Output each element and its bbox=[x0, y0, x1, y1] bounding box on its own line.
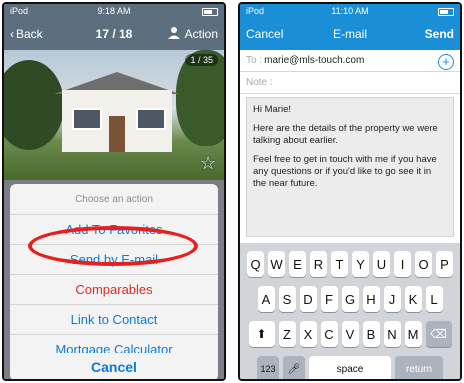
key-t[interactable]: T bbox=[331, 251, 348, 277]
keyboard-row: ASDFGHJKL bbox=[240, 286, 460, 312]
key-v[interactable]: V bbox=[341, 321, 359, 347]
back-label: Back bbox=[16, 27, 43, 41]
key-i[interactable]: I bbox=[394, 251, 411, 277]
nav-bar: Cancel E-mail Send bbox=[240, 18, 460, 50]
status-time: 9:18 AM bbox=[97, 6, 131, 16]
key-x[interactable]: X bbox=[299, 321, 317, 347]
numbers-key[interactable]: 123 bbox=[257, 356, 279, 379]
phone-email-compose: iPod 11:10 AM Cancel E-mail Send To : ma… bbox=[238, 2, 462, 381]
message-body[interactable]: Hi Marie! Here are the details of the pr… bbox=[246, 97, 454, 237]
key-o[interactable]: O bbox=[415, 251, 432, 277]
keyboard-row: QWERTYUIOP bbox=[240, 251, 460, 277]
key-z[interactable]: Z bbox=[278, 321, 296, 347]
photo-counter: 1 / 35 bbox=[185, 54, 218, 66]
battery-icon bbox=[199, 6, 218, 16]
to-value: marie@mls-touch.com bbox=[264, 55, 365, 66]
note-field: Note : bbox=[240, 72, 460, 94]
key-n[interactable]: N bbox=[383, 321, 401, 347]
back-button[interactable]: ‹ Back bbox=[10, 27, 43, 41]
status-time: 11:10 AM bbox=[331, 6, 369, 16]
message-paragraph: Here are the details of the property we … bbox=[253, 123, 438, 146]
to-label: To : bbox=[246, 55, 263, 66]
send-button[interactable]: Send bbox=[425, 27, 454, 41]
shift-key[interactable]: ⬆ bbox=[248, 321, 275, 347]
photo-door bbox=[109, 116, 125, 152]
phone-property-detail: iPod 9:18 AM ‹ Back 17 / 18 Action 1 / 3… bbox=[2, 2, 226, 381]
photo-window bbox=[136, 108, 166, 130]
key-k[interactable]: K bbox=[404, 286, 422, 312]
return-key[interactable]: return bbox=[395, 356, 443, 379]
to-field[interactable]: To : marie@mls-touch.com bbox=[240, 50, 460, 72]
battery-icon bbox=[435, 6, 454, 16]
carrier-label: iPod bbox=[246, 6, 265, 16]
key-m[interactable]: M bbox=[404, 321, 422, 347]
option-send-by-email[interactable]: Send by E-mail bbox=[10, 245, 218, 275]
action-sheet-title: Choose an action bbox=[10, 184, 218, 215]
key-l[interactable]: L bbox=[425, 286, 443, 312]
key-h[interactable]: H bbox=[362, 286, 380, 312]
delete-key[interactable]: ⌫ bbox=[425, 321, 452, 347]
option-add-to-favorites[interactable]: Add To Favorites bbox=[10, 215, 218, 245]
message-paragraph: Hi Marie! bbox=[253, 104, 292, 115]
key-b[interactable]: B bbox=[362, 321, 380, 347]
note-label: Note : bbox=[246, 77, 273, 88]
option-comparables[interactable]: Comparables bbox=[10, 275, 218, 305]
photo-window bbox=[72, 108, 102, 130]
carrier-label: iPod bbox=[10, 6, 29, 16]
key-a[interactable]: A bbox=[257, 286, 275, 312]
key-r[interactable]: R bbox=[310, 251, 327, 277]
key-p[interactable]: P bbox=[436, 251, 453, 277]
property-photo[interactable]: 1 / 35 ☆ bbox=[4, 50, 224, 180]
key-y[interactable]: Y bbox=[352, 251, 369, 277]
keyboard: QWERTYUIOP ASDFGHJKL ⬆ ZXCVBNM ⌫ 123 🎤︎ … bbox=[240, 243, 460, 379]
nav-bar: ‹ Back 17 / 18 Action bbox=[4, 18, 224, 50]
message-paragraph: Feel free to get in touch with me if you… bbox=[253, 154, 437, 189]
key-w[interactable]: W bbox=[268, 251, 285, 277]
status-bar: iPod 9:18 AM bbox=[4, 4, 224, 18]
key-j[interactable]: J bbox=[383, 286, 401, 312]
keyboard-letters: ZXCVBNM bbox=[278, 321, 422, 347]
microphone-icon[interactable]: 🎤︎ bbox=[283, 356, 305, 379]
key-u[interactable]: U bbox=[373, 251, 390, 277]
add-recipient-icon[interactable]: + bbox=[438, 54, 454, 70]
action-sheet: Choose an action Add To Favorites Send b… bbox=[10, 184, 218, 364]
key-e[interactable]: E bbox=[289, 251, 306, 277]
key-g[interactable]: G bbox=[341, 286, 359, 312]
cancel-button[interactable]: Cancel bbox=[10, 353, 218, 379]
key-q[interactable]: Q bbox=[247, 251, 264, 277]
cancel-button[interactable]: Cancel bbox=[246, 27, 283, 41]
contact-person-icon[interactable] bbox=[167, 26, 181, 43]
star-icon[interactable]: ☆ bbox=[200, 154, 218, 172]
option-link-to-contact[interactable]: Link to Contact bbox=[10, 305, 218, 335]
key-s[interactable]: S bbox=[278, 286, 296, 312]
status-bar: iPod 11:10 AM bbox=[240, 4, 460, 18]
space-key[interactable]: space bbox=[309, 356, 391, 379]
keyboard-row: 123 🎤︎ space return bbox=[240, 356, 460, 379]
key-f[interactable]: F bbox=[320, 286, 338, 312]
keyboard-row: ⬆ ZXCVBNM ⌫ bbox=[240, 321, 460, 347]
chevron-left-icon: ‹ bbox=[10, 27, 14, 41]
action-button[interactable]: Action bbox=[185, 27, 218, 41]
key-d[interactable]: D bbox=[299, 286, 317, 312]
key-c[interactable]: C bbox=[320, 321, 338, 347]
